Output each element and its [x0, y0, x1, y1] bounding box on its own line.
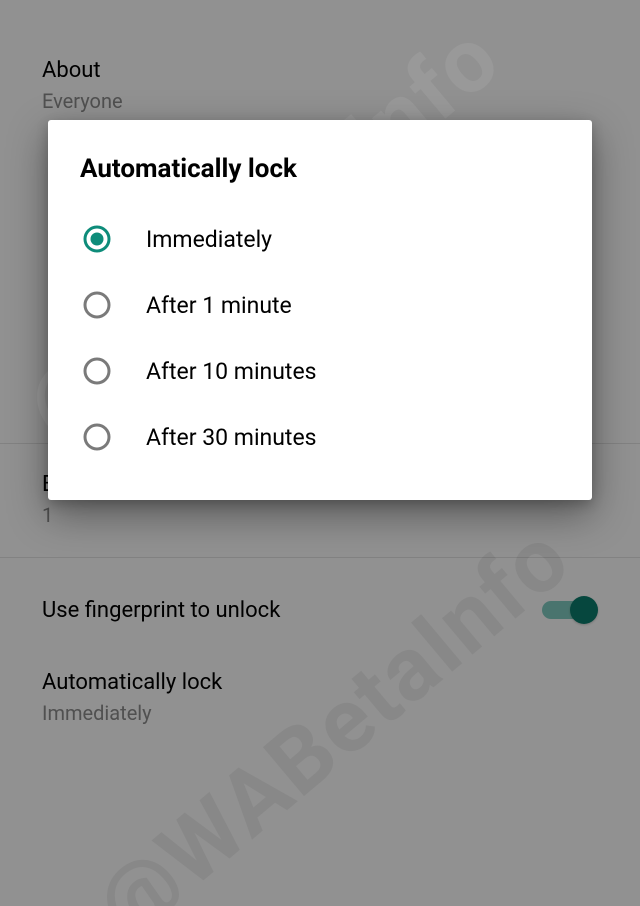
radio-unselected-icon [82, 356, 112, 386]
option-label: After 10 minutes [146, 358, 317, 385]
option-label: After 1 minute [146, 292, 292, 319]
option-label: Immediately [146, 226, 272, 253]
auto-lock-dialog: Automatically lock Immediately After 1 m… [48, 120, 592, 500]
radio-unselected-icon [82, 422, 112, 452]
radio-selected-icon [82, 224, 112, 254]
option-label: After 30 minutes [146, 424, 317, 451]
option-immediately[interactable]: Immediately [80, 206, 560, 272]
option-after-10-minutes[interactable]: After 10 minutes [80, 338, 560, 404]
dialog-title: Automatically lock [80, 154, 560, 184]
option-after-30-minutes[interactable]: After 30 minutes [80, 404, 560, 470]
option-after-1-minute[interactable]: After 1 minute [80, 272, 560, 338]
radio-unselected-icon [82, 290, 112, 320]
